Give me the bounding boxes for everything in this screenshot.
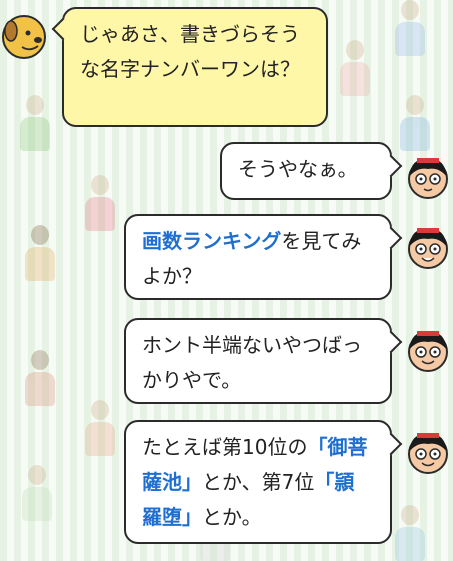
message-text: ホント半端ないやつばっかりやで。 [142, 333, 362, 392]
chat-bubble-boy: 画数ランキングを見てみよか？ [124, 214, 403, 300]
background-person-illustration [400, 95, 430, 151]
chat-bubble-boy: たとえば第10位の「御菩薩池」とか、第7位「頴羅堕」とか。 [124, 420, 403, 544]
boy-avatar-icon [408, 158, 448, 199]
chat-bubble-boy: そうやなぁ。 [220, 142, 403, 200]
message-text: とか。 [202, 505, 262, 529]
background-person-illustration [340, 40, 370, 96]
background-person-illustration [20, 95, 50, 151]
boy-avatar-icon [408, 331, 448, 372]
background-person-illustration [85, 400, 115, 456]
background-person-illustration [25, 350, 55, 406]
message-text: とか、第7位 [202, 470, 315, 494]
boy-avatar-icon [408, 433, 448, 474]
message-text: じゃあさ、書きづらそうな名字ナンバーワンは？ [80, 22, 300, 81]
bubble-tail [379, 432, 403, 456]
boy-avatar-icon [408, 228, 448, 269]
background-person-illustration [22, 465, 52, 521]
bubble-tail [379, 154, 403, 178]
dog-avatar-icon [2, 15, 46, 59]
bubble-tail [379, 226, 403, 250]
ranking-link[interactable]: 画数ランキング [142, 229, 281, 253]
chat-bubble-dog: じゃあさ、書きづらそうな名字ナンバーワンは？ [51, 7, 328, 127]
background-person-illustration [25, 225, 55, 281]
message-text: たとえば第10位の [142, 435, 308, 459]
message-text: そうやなぁ。 [238, 157, 358, 181]
bubble-tail [51, 17, 75, 41]
background-person-illustration [395, 0, 425, 56]
background-person-illustration [395, 505, 425, 561]
background-person-illustration [85, 175, 115, 231]
bubble-tail [379, 330, 403, 354]
chat-bubble-boy: ホント半端ないやつばっかりやで。 [124, 318, 403, 404]
